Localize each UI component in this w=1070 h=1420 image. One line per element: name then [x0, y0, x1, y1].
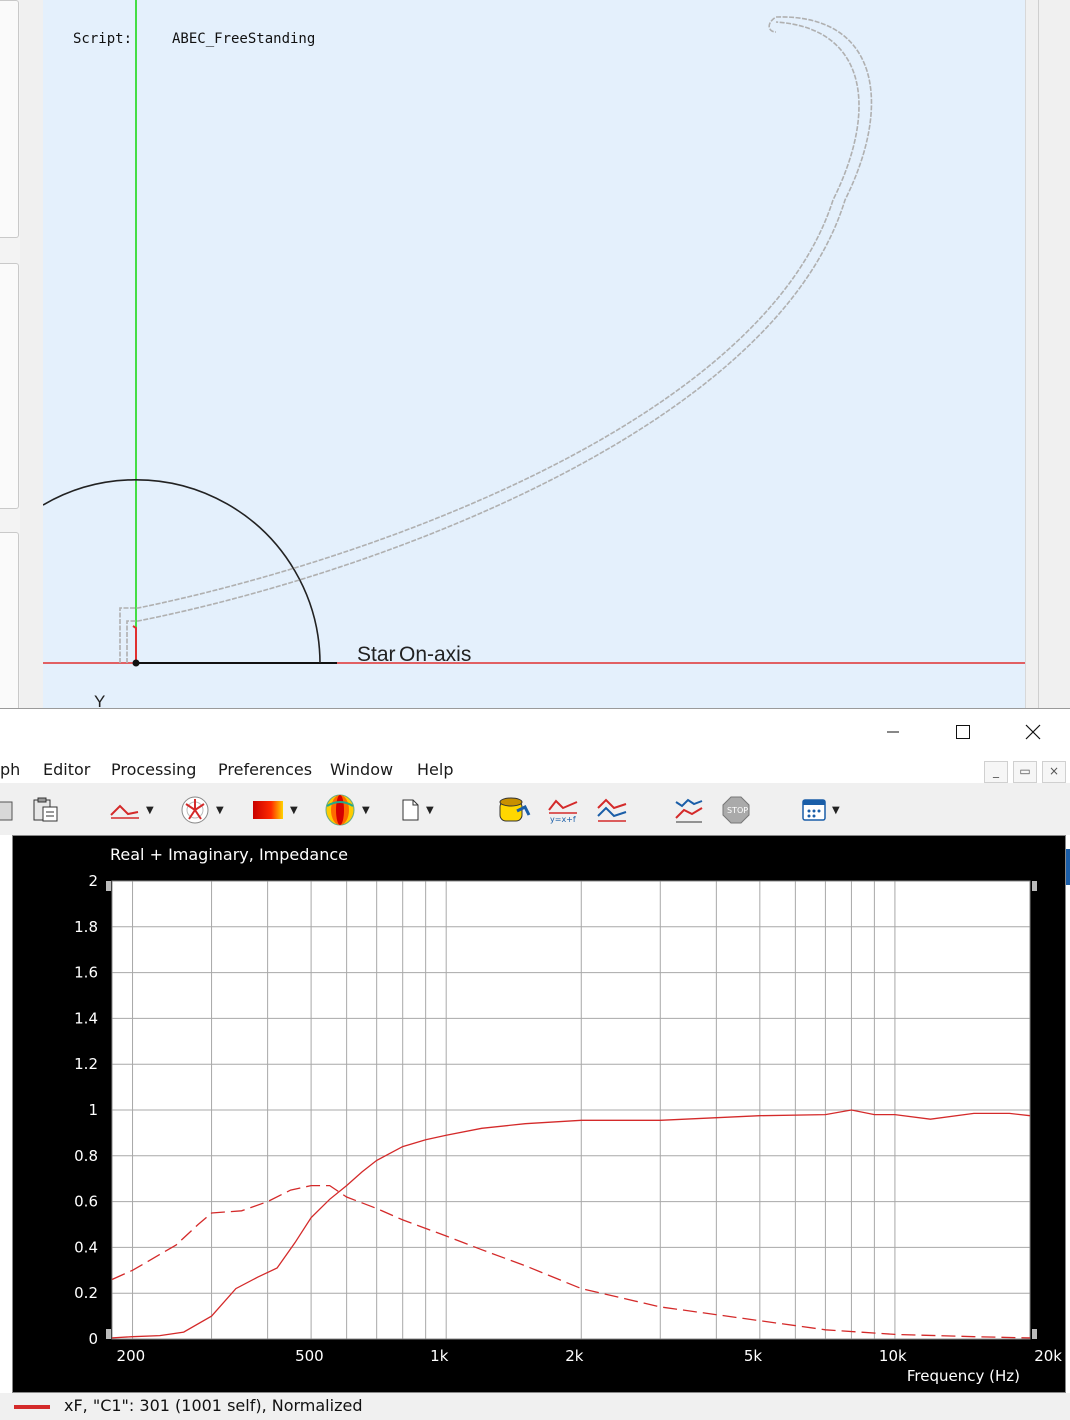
x-tick-label: 10k	[879, 1347, 907, 1365]
y-tick-label: 0	[88, 1330, 98, 1348]
on-axis-label: On-axis	[399, 643, 472, 666]
x-tick-label: 5k	[744, 1347, 763, 1365]
impedance-chart[interactable]: 0 0.2 0.4 0.6 0.8 1 1.2 1.4 1.6 1.8 2 200 500 1k 2k 5k 1…	[0, 709, 1070, 1420]
y-tick-label: 1.8	[74, 918, 98, 936]
window-edge-indicator	[1066, 849, 1070, 885]
driver-element	[132, 625, 137, 663]
script-name: ABEC_FreeStanding	[172, 31, 316, 47]
script-label: Script:	[73, 31, 133, 47]
y-tick-label: 1.2	[74, 1055, 98, 1073]
start-label: Star	[357, 643, 396, 666]
y-tick-label: 0.2	[74, 1284, 98, 1302]
field-arc	[43, 478, 321, 664]
y-tick-label: 0.4	[74, 1238, 98, 1256]
y-tick-label: 1.4	[74, 1009, 98, 1027]
axis-marker	[1032, 881, 1037, 891]
horn-outer-wall	[119, 21, 860, 663]
x-tick-label: 1k	[430, 1347, 449, 1365]
legend-bar: xF, "C1": 301 (1001 self), Normalized	[0, 1393, 1070, 1420]
x-tick-label: 200	[117, 1347, 146, 1365]
horn-inner-wall	[126, 16, 873, 663]
geometry-canvas[interactable]: Script: ABEC_FreeStanding Star On-axis Y	[43, 0, 1025, 710]
y-tick-label: 1	[88, 1101, 98, 1119]
geometry-drawing	[43, 0, 1025, 667]
origin-point	[132, 659, 140, 667]
legend-entry[interactable]: xF, "C1": 301 (1001 self), Normalized	[64, 1396, 362, 1415]
graph-window: ph Editor Processing Preferences Window …	[0, 708, 1070, 1420]
axis-marker	[106, 1329, 111, 1339]
x-tick-label: 2k	[565, 1347, 584, 1365]
axis-marker	[1032, 1329, 1037, 1339]
axis-marker	[106, 881, 111, 891]
abec-drawing-window: Script: ABEC_FreeStanding Star On-axis Y	[0, 0, 1070, 712]
x-tick-label: 500	[295, 1347, 324, 1365]
side-panel-1[interactable]	[0, 0, 19, 238]
side-panel-3[interactable]	[0, 532, 19, 712]
y-tick-label: 1.6	[74, 964, 98, 982]
y-tick-label: 2	[88, 872, 98, 890]
y-tick-label: 0.8	[74, 1147, 98, 1165]
x-axis-label: Frequency (Hz)	[907, 1367, 1020, 1385]
side-panel-strip	[0, 0, 20, 712]
y-tick-label: 0.6	[74, 1193, 98, 1211]
x-tick-label: 20k	[1034, 1347, 1062, 1365]
side-panel-2[interactable]	[0, 263, 19, 509]
right-scroll-strip[interactable]	[1025, 0, 1070, 710]
legend-swatch	[14, 1405, 50, 1409]
